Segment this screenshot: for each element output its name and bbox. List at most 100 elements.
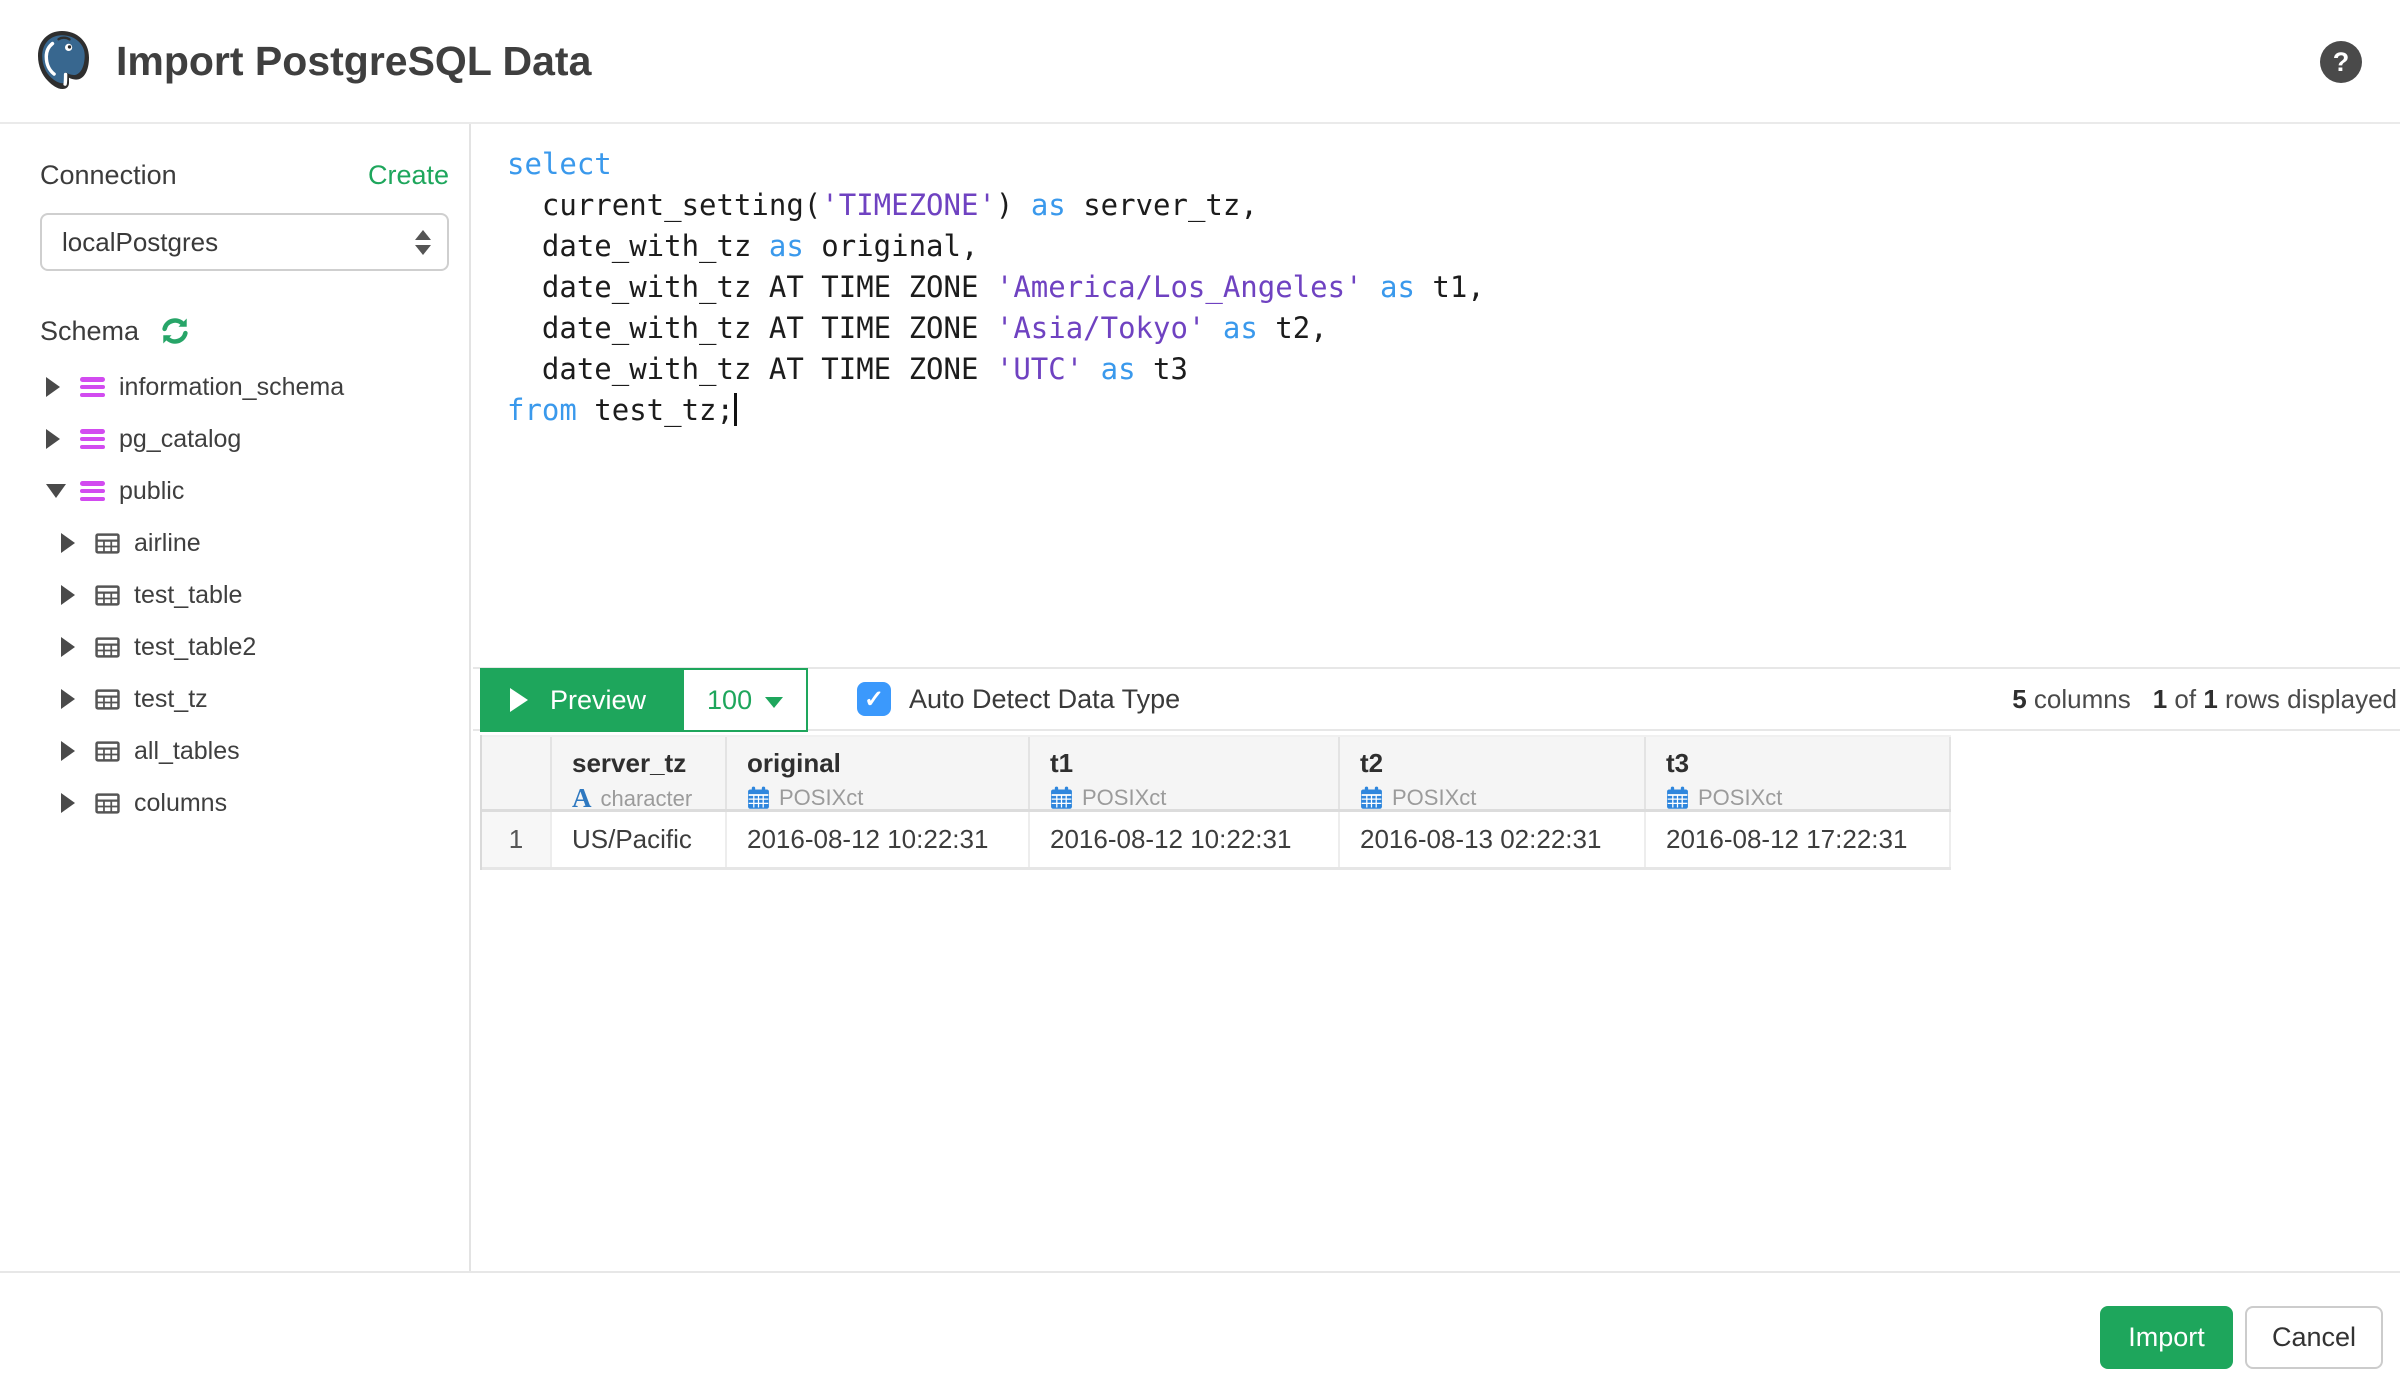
sql-text: date_with_tz	[507, 229, 769, 263]
sql-text: t3	[1135, 352, 1188, 386]
row-number-header	[482, 737, 552, 809]
table-cell: 2016-08-13 02:22:31	[1340, 812, 1646, 867]
table-icon	[95, 792, 120, 814]
expand-icon[interactable]	[61, 793, 81, 813]
text-cursor	[733, 393, 737, 426]
question-mark-icon: ?	[2332, 46, 2350, 77]
calendar-type-icon	[747, 786, 770, 810]
rows-shown: 1	[2152, 683, 2168, 714]
tree-item-label: pg_catalog	[119, 424, 242, 453]
expand-icon[interactable]	[61, 533, 81, 553]
sql-text: original,	[803, 229, 979, 263]
character-type-icon: A	[572, 783, 592, 813]
table-icon	[95, 636, 120, 658]
code-line: date_with_tz AT TIME ZONE 'America/Los_A…	[507, 267, 2380, 308]
preview-table-body: 1 US/Pacific 2016-08-12 10:22:31 2016-08-12…	[482, 812, 1951, 870]
column-name: t2	[1360, 748, 1384, 778]
auto-detect-toggle[interactable]: ✓ Auto Detect Data Type	[857, 669, 1180, 729]
row-limit-dropdown[interactable]: 100	[682, 668, 809, 732]
table-cell: 2016-08-12 10:22:31	[727, 812, 1030, 867]
code-line: date_with_tz AT TIME ZONE 'Asia/Tokyo' a…	[507, 308, 2380, 349]
columns-label: columns	[2026, 683, 2131, 714]
column-header-t3: t3 POSIXct	[1646, 737, 1951, 811]
schema-tree-item-all_tables[interactable]: all_tables	[40, 725, 449, 777]
postgresql-logo	[38, 31, 89, 89]
schema-tree-item-test_table2[interactable]: test_table2	[40, 621, 449, 673]
dialog-footer: Import Cancel	[0, 1271, 2400, 1398]
column-name: t1	[1050, 748, 1074, 778]
help-button[interactable]: ?	[2320, 41, 2362, 83]
column-type: POSIXct	[1360, 785, 1644, 811]
create-connection-link[interactable]: Create	[368, 160, 449, 191]
sql-string: 'TIMEZONE'	[821, 188, 996, 222]
tree-item-label: airline	[134, 528, 201, 557]
column-type-label: character	[600, 785, 693, 811]
sql-text: current_setting(	[507, 188, 822, 222]
expand-icon[interactable]	[61, 585, 81, 605]
schema-icon	[80, 429, 105, 449]
tree-item-label: public	[119, 476, 185, 505]
schema-tree-item-pg_catalog[interactable]: pg_catalog	[40, 413, 449, 465]
expand-icon[interactable]	[46, 377, 66, 397]
dialog-header: Import PostgreSQL Data ?	[0, 0, 2400, 124]
refresh-icon[interactable]	[159, 315, 191, 347]
connection-select[interactable]: localPostgres	[40, 213, 449, 271]
table-icon	[95, 688, 120, 710]
rows-displayed-label: rows displayed	[2217, 683, 2397, 714]
sql-keyword: as	[1222, 311, 1258, 345]
chevron-down-icon	[765, 696, 784, 708]
expand-icon[interactable]	[61, 637, 81, 657]
cancel-button[interactable]: Cancel	[2245, 1306, 2383, 1369]
schema-tree-item-test_tz[interactable]: test_tz	[40, 673, 449, 725]
schema-tree-item-test_table[interactable]: test_table	[40, 569, 449, 621]
code-line: date_with_tz AT TIME ZONE 'UTC' as t3	[507, 349, 2380, 390]
preview-summary: 5 columns 1 of 1 rows displayed	[2012, 669, 2397, 729]
sql-string: 'America/Los_Angeles'	[995, 270, 1363, 304]
table-icon	[95, 740, 120, 762]
schema-tree-item-information_schema[interactable]: information_schema	[40, 361, 449, 413]
sql-text: date_with_tz AT TIME ZONE	[507, 352, 996, 386]
tree-item-label: columns	[134, 788, 228, 817]
of-label: of	[2167, 683, 2204, 714]
sidebar: Connection Create localPostgres Schema i…	[0, 124, 471, 1271]
column-type-label: POSIXct	[1392, 785, 1477, 810]
schema-icon	[80, 377, 105, 397]
expand-icon[interactable]	[61, 741, 81, 761]
column-name: t3	[1666, 748, 1690, 778]
expand-icon[interactable]	[46, 429, 66, 449]
collapse-icon[interactable]	[46, 484, 66, 498]
table-row: 1 US/Pacific 2016-08-12 10:22:31 2016-08-12…	[482, 812, 1951, 870]
preview-table-header: server_tz Acharacter original POSIXct t1 POSI…	[482, 735, 1951, 812]
column-type: POSIXct	[1666, 785, 1949, 811]
preview-toolbar: Preview 100 ✓ Auto Detect Data Type 5 co…	[473, 667, 2400, 732]
sql-editor[interactable]: select current_setting('TIMEZONE') as se…	[473, 124, 2400, 667]
code-line: select	[507, 144, 2380, 185]
table-icon	[95, 584, 120, 606]
sql-keyword: select	[507, 147, 612, 181]
column-type: Acharacter	[572, 785, 725, 812]
schema-tree-item-public[interactable]: public	[40, 465, 449, 517]
column-type: POSIXct	[747, 785, 1028, 811]
preview-button[interactable]: Preview	[480, 668, 683, 732]
import-button[interactable]: Import	[2100, 1306, 2233, 1369]
rows-total: 1	[2203, 683, 2218, 714]
checkbox-checked-icon[interactable]: ✓	[857, 682, 891, 716]
tree-item-label: all_tables	[134, 736, 240, 765]
sql-keyword: as	[1030, 188, 1066, 222]
expand-icon[interactable]	[61, 689, 81, 709]
schema-tree-item-columns[interactable]: columns	[40, 777, 449, 829]
column-type-label: POSIXct	[779, 785, 864, 810]
tree-item-label: test_tz	[134, 684, 208, 713]
table-cell: 2016-08-12 17:22:31	[1646, 812, 1951, 867]
preview-table: server_tz Acharacter original POSIXct t1 POSI…	[480, 735, 1951, 870]
column-name: server_tz	[572, 748, 687, 778]
table-cell: US/Pacific	[552, 812, 727, 867]
column-header-server_tz: server_tz Acharacter	[552, 737, 727, 812]
sql-text: t2,	[1257, 311, 1328, 345]
calendar-type-icon	[1050, 786, 1073, 810]
table-cell: 2016-08-12 10:22:31	[1030, 812, 1340, 867]
schema-tree-item-airline[interactable]: airline	[40, 517, 449, 569]
row-number: 1	[482, 812, 552, 867]
